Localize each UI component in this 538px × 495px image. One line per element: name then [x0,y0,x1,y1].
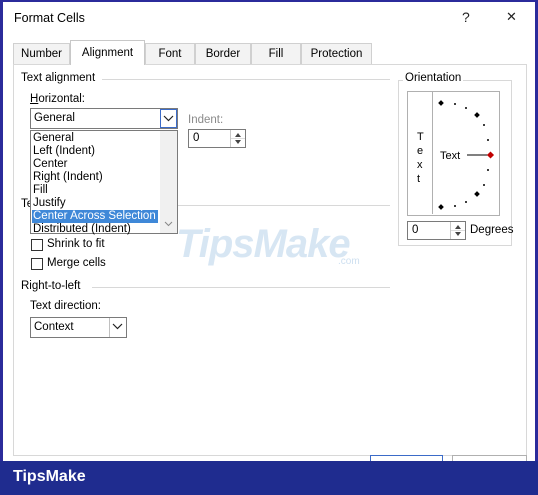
indent-label: Indent: [188,114,224,126]
tab-border[interactable]: Border [195,43,251,64]
dropdown-scrollbar[interactable] [160,131,177,233]
vertical-text-char: e [417,145,424,157]
text-direction-label: Text direction: [30,300,101,312]
option-center[interactable]: Center [33,158,68,171]
watermark-logo: TipsMake [176,222,351,266]
tab-protection[interactable]: Protection [301,43,372,64]
horizontal-combo[interactable]: General [30,108,178,129]
degrees-spinner[interactable]: 0 [407,221,466,240]
indent-value: 0 [193,132,200,144]
text-alignment-divider [102,79,390,80]
degrees-value: 0 [412,224,419,236]
vertical-text-button[interactable]: T e x t [408,92,433,214]
horizontal-label-rest: orizontal: [38,93,85,105]
degrees-label: Degrees [470,224,514,236]
option-general[interactable]: General [33,132,74,145]
right-to-left-divider [92,287,390,288]
spin-arrows-icon[interactable] [450,222,465,239]
window-border-left [0,0,3,495]
spin-arrows-icon[interactable] [230,130,245,147]
horizontal-dropdown-list[interactable]: General Left (Indent) Center Right (Inde… [30,130,178,236]
close-icon[interactable]: ✕ [506,9,517,25]
shrink-to-fit-checkbox[interactable] [31,239,43,251]
dial-text-label: Text [440,150,461,162]
option-left-indent[interactable]: Left (Indent) [33,145,95,158]
horizontal-label: Horizontal: [30,93,85,105]
shrink-to-fit-label: Shrink to fit [47,238,105,250]
chevron-down-icon[interactable] [160,109,177,128]
text-control-divider [178,205,390,206]
option-justify[interactable]: Justify [33,197,66,210]
horizontal-combo-value: General [34,112,75,124]
merge-cells-checkbox[interactable] [31,258,43,270]
help-icon[interactable]: ? [462,9,470,25]
merge-cells-label: Merge cells [47,257,106,269]
right-to-left-group-label: Right-to-left [21,280,81,292]
option-right-indent[interactable]: Right (Indent) [33,171,103,184]
footer-brand: TipsMake [13,468,86,485]
tab-font[interactable]: Font [145,43,195,64]
vertical-text-char: x [417,159,423,171]
vertical-text-char: T [417,131,424,143]
vertical-text-char: t [417,173,421,185]
orientation-group-label: Orientation [403,72,464,84]
option-fill[interactable]: Fill [33,184,48,197]
dialog-title: Format Cells [14,11,85,25]
text-alignment-group-label: Text alignment [21,72,96,84]
tab-number[interactable]: Number [13,43,70,64]
text-direction-value: Context [34,321,74,333]
tab-alignment[interactable]: Alignment [70,40,145,65]
watermark-suffix: .com [338,256,360,267]
window-border-top [0,0,538,2]
option-distributed-indent[interactable]: Distributed (Indent) [33,223,131,236]
option-center-across-selection[interactable]: Center Across Selection [32,210,158,223]
tab-fill[interactable]: Fill [251,43,301,64]
chevron-down-icon[interactable] [109,318,126,337]
text-direction-combo[interactable]: Context [30,317,127,338]
indent-spinner[interactable]: 0 [188,129,246,148]
